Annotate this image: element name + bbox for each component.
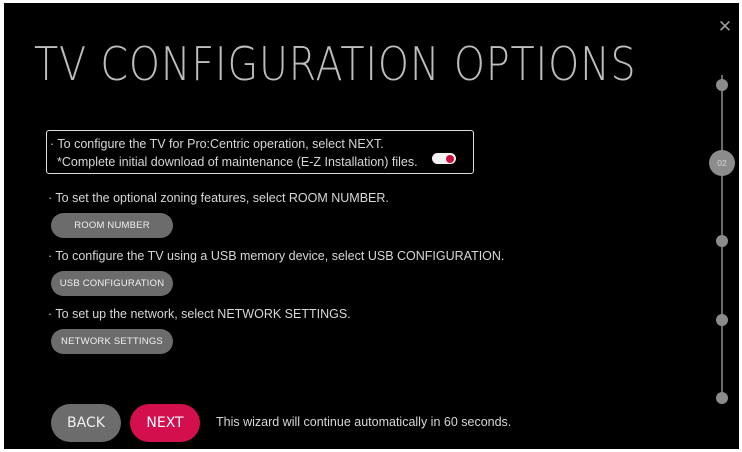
step-3-dot <box>716 235 728 247</box>
next-option-box: · To configure the TV for Pro:Centric op… <box>46 130 474 174</box>
room-number-button[interactable]: ROOM NUMBER <box>51 213 173 238</box>
next-option-note: *Complete initial download of maintenanc… <box>57 155 418 169</box>
room-option-text: · To set the optional zoning features, s… <box>48 191 389 205</box>
next-option-text: · To configure the TV for Pro:Centric op… <box>50 137 384 151</box>
network-option-text: · To set up the network, select NETWORK … <box>48 307 351 321</box>
back-button[interactable]: BACK <box>51 404 121 442</box>
step-1-dot <box>716 79 728 91</box>
auto-continue-message: This wizard will continue automatically … <box>216 415 512 429</box>
download-toggle[interactable] <box>432 153 456 164</box>
step-current-badge: 02 <box>709 150 735 176</box>
next-button[interactable]: NEXT <box>130 404 200 442</box>
wizard-screen: ✕ TV CONFIGURATION OPTIONS · To configur… <box>4 3 739 449</box>
step-4-dot <box>716 314 728 326</box>
page-title: TV CONFIGURATION OPTIONS <box>34 37 637 91</box>
usb-option-text: · To configure the TV using a USB memory… <box>48 249 505 263</box>
toggle-knob <box>446 154 454 163</box>
close-icon[interactable]: ✕ <box>717 18 733 35</box>
network-settings-button[interactable]: NETWORK SETTINGS <box>51 329 173 354</box>
step-5-dot <box>716 392 728 404</box>
usb-configuration-button[interactable]: USB CONFIGURATION <box>51 271 173 296</box>
